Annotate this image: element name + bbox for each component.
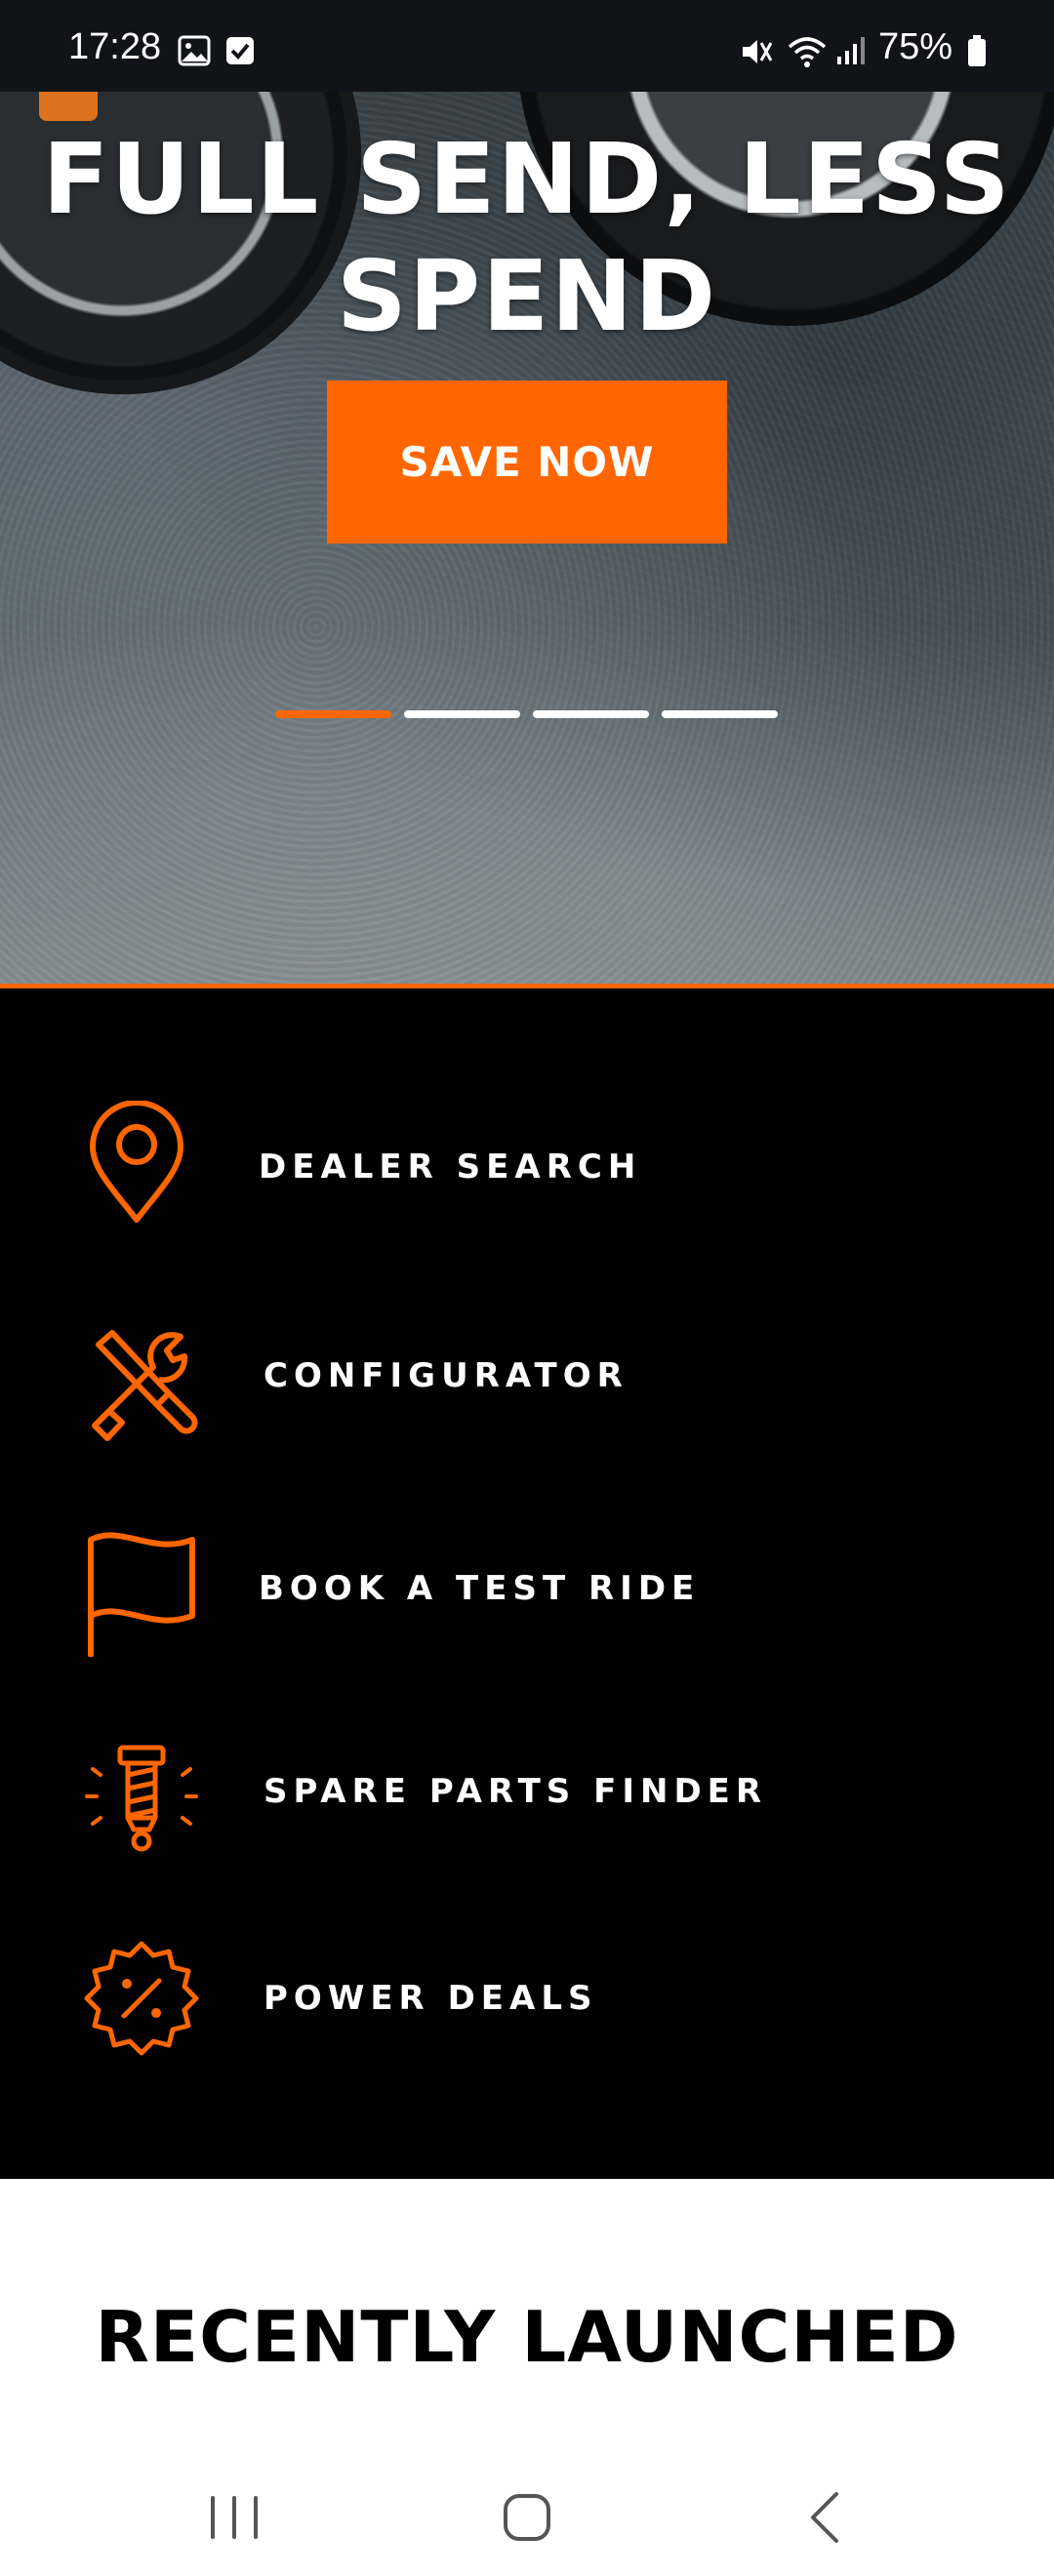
recents-icon[interactable] <box>195 2488 273 2547</box>
recently-launched-title: RECENTLY LAUNCHED <box>95 2296 959 2378</box>
tools-icon <box>92 1330 198 1441</box>
menu-item-spare-parts-finder[interactable]: SPARE PARTS FINDER <box>0 1735 1054 1881</box>
flag-icon <box>88 1532 195 1657</box>
mute-icon <box>743 40 773 63</box>
menu-item-book-test-ride[interactable]: BOOK A TEST RIDE <box>0 1530 1054 1676</box>
status-time: 17:28 <box>68 26 162 67</box>
hero-image-orange-part <box>39 92 98 121</box>
menu-label-configurator: CONFIGURATOR <box>264 1356 628 1395</box>
save-now-button[interactable]: SAVE NOW <box>327 381 727 543</box>
carousel-dot-3[interactable] <box>533 710 649 718</box>
hero-title-line1: FULL SEND, LESS <box>42 122 1012 236</box>
carousel-dot-4[interactable] <box>662 710 778 718</box>
menu-label-spare-parts-finder: SPARE PARTS FINDER <box>264 1772 768 1811</box>
hero-title-line2: SPEND <box>336 239 718 353</box>
menu-item-dealer-search[interactable]: DEALER SEARCH <box>0 1101 1054 1247</box>
battery-icon <box>968 35 986 66</box>
status-bar: 17:28 75% <box>0 0 1054 92</box>
signal-icon <box>837 37 865 64</box>
gallery-icon <box>178 35 211 66</box>
battery-percentage: 75% <box>878 26 953 67</box>
quick-links-menu: DEALER SEARCH CONFIGURATOR BOOK A TEST R… <box>0 988 1054 2179</box>
recently-launched-section: RECENTLY LAUNCHED <box>0 2179 1054 2472</box>
system-navigation-bar <box>0 2459 1054 2576</box>
carousel-dot-1[interactable] <box>275 710 391 718</box>
menu-label-book-test-ride: BOOK A TEST RIDE <box>259 1569 701 1608</box>
back-icon[interactable] <box>786 2488 864 2547</box>
spare-part-icon <box>85 1745 198 1852</box>
menu-label-power-deals: POWER DEALS <box>264 1979 598 2018</box>
menu-item-configurator[interactable]: CONFIGURATOR <box>0 1320 1054 1467</box>
carousel-indicator <box>275 710 778 718</box>
home-icon[interactable] <box>488 2488 566 2547</box>
checkbox-icon <box>226 37 254 64</box>
carousel-dot-2[interactable] <box>404 710 520 718</box>
menu-item-power-deals[interactable]: POWER DEALS <box>0 1935 1054 2081</box>
menu-label-dealer-search: DEALER SEARCH <box>259 1147 642 1187</box>
hero-banner[interactable]: FULL SEND, LESS SPEND SAVE NOW <box>0 92 1054 984</box>
wifi-icon <box>788 37 827 67</box>
discount-badge-icon <box>84 1941 199 2056</box>
location-pin-icon <box>90 1101 183 1223</box>
hero-title: FULL SEND, LESS SPEND <box>0 121 1054 355</box>
app-screen: 17:28 75% FULL SEND, LESS SPEND SAVE NOW… <box>0 0 1054 2576</box>
